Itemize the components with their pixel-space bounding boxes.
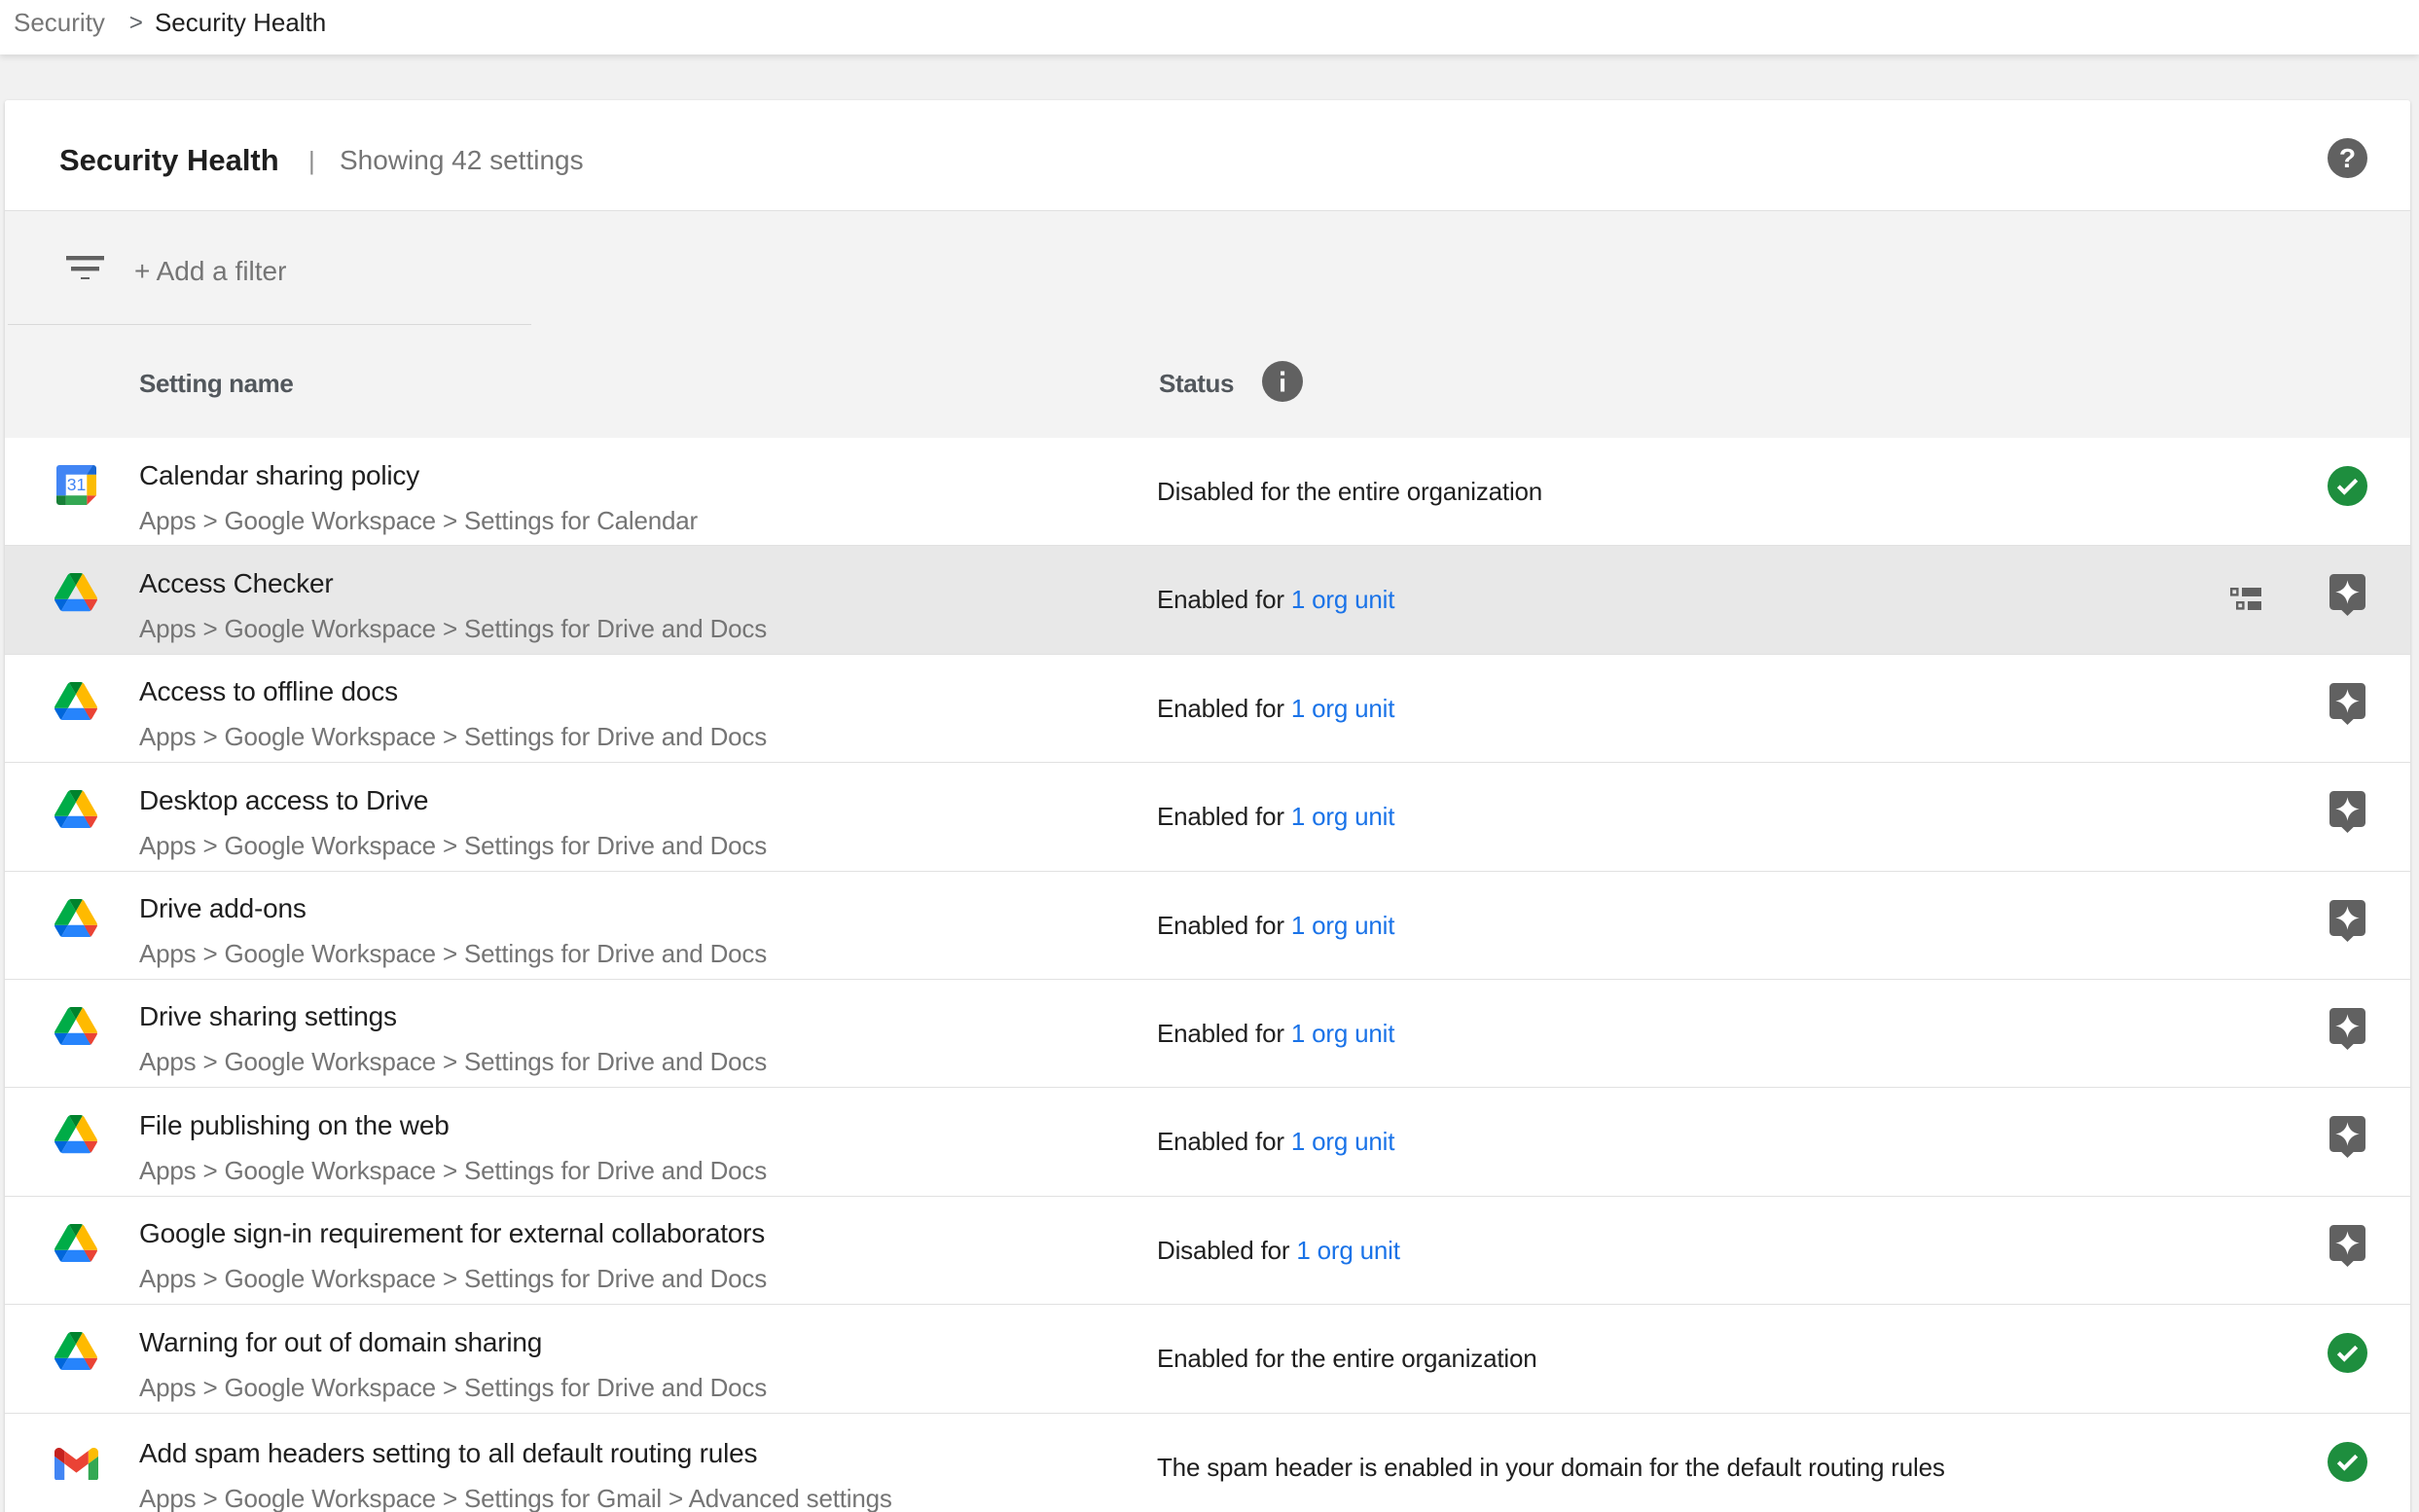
svg-text:?: ? bbox=[2339, 142, 2356, 173]
svg-text:31: 31 bbox=[67, 475, 87, 494]
